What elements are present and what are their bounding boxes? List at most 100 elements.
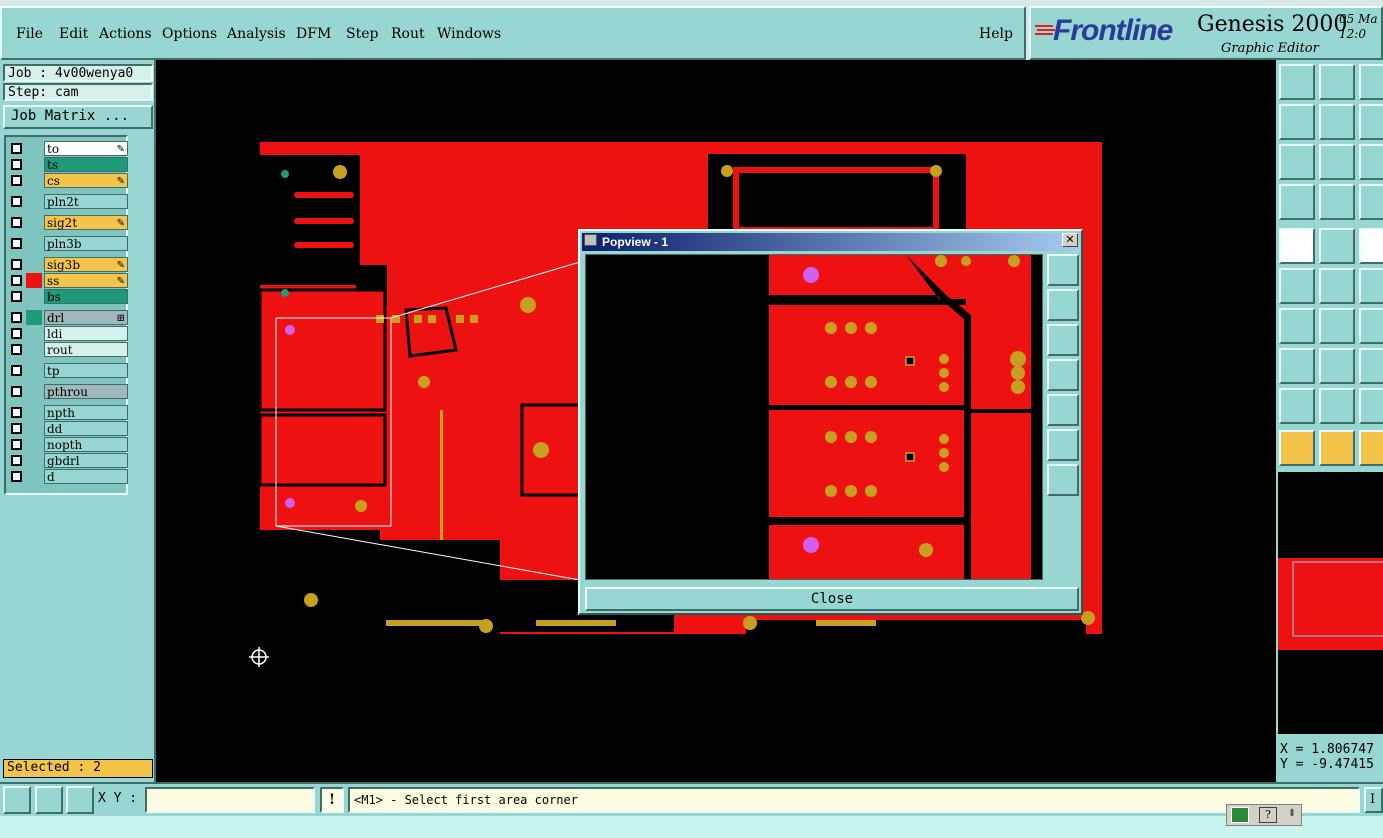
layer-row-drl[interactable]: drl ⊞: [8, 310, 128, 325]
message-button[interactable]: !: [320, 787, 344, 813]
pan-left-icon[interactable]: [1279, 104, 1315, 140]
grid-snap-icon[interactable]: [66, 786, 94, 814]
menu-windows[interactable]: Windows: [437, 26, 501, 42]
layer-row-bs[interactable]: bs: [8, 289, 128, 304]
pan-up-icon[interactable]: [1047, 289, 1079, 321]
tray-widget[interactable]: ? ⇕: [1226, 804, 1302, 826]
select-cursor-icon[interactable]: [1359, 430, 1383, 466]
layer-name[interactable]: pln3b: [44, 236, 128, 251]
feature-icon[interactable]: [1279, 228, 1315, 264]
layer-checkbox[interactable]: [11, 407, 22, 418]
menu-analysis[interactable]: Analysis: [227, 26, 286, 42]
layer-checkbox[interactable]: [11, 455, 22, 466]
info-button[interactable]: I: [1364, 787, 1383, 813]
pan-right-icon[interactable]: [1319, 104, 1355, 140]
zoom-out-icon[interactable]: [1047, 464, 1079, 496]
layer-row-pthrou[interactable]: pthrou: [8, 384, 128, 399]
mini-map[interactable]: [1278, 472, 1383, 734]
layer-row-sig2t[interactable]: sig2t ✎: [8, 215, 128, 230]
curve-icon[interactable]: [1359, 308, 1383, 344]
layer-name[interactable]: sig3b ✎: [44, 257, 128, 272]
pad-icon[interactable]: [1279, 348, 1315, 384]
layer-row-ss[interactable]: ss ✎: [8, 273, 128, 288]
close-icon[interactable]: ✕: [1062, 233, 1078, 247]
layer-row-cs[interactable]: cs ✎: [8, 173, 128, 188]
layer-name[interactable]: cs ✎: [44, 173, 128, 188]
layer-name[interactable]: sig2t ✎: [44, 215, 128, 230]
menu-file[interactable]: File: [16, 26, 43, 42]
layer-checkbox[interactable]: [11, 344, 22, 355]
layer-row-to[interactable]: to ✎: [8, 141, 128, 156]
diagonal-line-icon[interactable]: [1319, 308, 1355, 344]
layer-name[interactable]: pln2t: [44, 194, 128, 209]
xy-input[interactable]: [145, 787, 315, 813]
home-icon[interactable]: [1359, 64, 1383, 100]
layer-checkbox[interactable]: [11, 175, 22, 186]
layer-row-dd[interactable]: dd: [8, 421, 128, 436]
layer-checkbox[interactable]: [11, 291, 22, 302]
pan-left-icon[interactable]: [1047, 359, 1079, 391]
help-icon[interactable]: ?: [1259, 807, 1277, 823]
spinner-icon[interactable]: ⇕: [1285, 807, 1299, 823]
layer-checkbox[interactable]: [11, 386, 22, 397]
ruler-icon[interactable]: [1359, 228, 1383, 264]
line-tool-icon[interactable]: [1319, 228, 1355, 264]
menu-actions[interactable]: Actions: [99, 26, 152, 42]
layer-state-swatch[interactable]: [26, 273, 42, 288]
layer-row-tp[interactable]: tp: [8, 363, 128, 378]
job-matrix-button[interactable]: Job Matrix ...: [3, 105, 153, 129]
layer-name[interactable]: ldi: [44, 326, 128, 341]
undo-zoom-icon[interactable]: [1359, 104, 1383, 140]
layer-checkbox[interactable]: [11, 238, 22, 249]
layer-name[interactable]: drl ⊞: [44, 310, 128, 325]
arc-icon[interactable]: [1359, 268, 1383, 304]
zoom-frame-icon[interactable]: [1047, 254, 1079, 286]
select-box-icon[interactable]: [1319, 430, 1355, 466]
minus-icon[interactable]: [1319, 348, 1355, 384]
popview-viewport[interactable]: [585, 254, 1043, 580]
triangle-icon[interactable]: [1279, 388, 1315, 424]
layer-row-gbdrl[interactable]: gbdrl: [8, 453, 128, 468]
measure-angle-icon[interactable]: [35, 786, 63, 814]
layer-name[interactable]: tp: [44, 363, 128, 378]
layer-name[interactable]: dd: [44, 421, 128, 436]
layer-checkbox[interactable]: [11, 471, 22, 482]
layer-checkbox[interactable]: [11, 196, 22, 207]
layer-checkbox[interactable]: [11, 217, 22, 228]
pan-right-icon[interactable]: [1047, 394, 1079, 426]
layer-row-ldi[interactable]: ldi: [8, 326, 128, 341]
text-icon[interactable]: [1359, 388, 1383, 424]
layer-row-rout[interactable]: rout: [8, 342, 128, 357]
popview-close-button[interactable]: Close: [585, 587, 1079, 611]
layer-checkbox[interactable]: [11, 143, 22, 154]
layer-row-ts[interactable]: ts: [8, 157, 128, 172]
measure-icon[interactable]: [1359, 348, 1383, 384]
layer-checkbox[interactable]: [11, 312, 22, 323]
layer-state-swatch[interactable]: [26, 310, 42, 325]
settings-icon[interactable]: [1279, 184, 1315, 220]
layer-checkbox[interactable]: [11, 275, 22, 286]
menu-help[interactable]: Help: [979, 26, 1013, 42]
layer-checkbox[interactable]: [11, 365, 22, 376]
zoom-in-icon[interactable]: [1279, 144, 1315, 180]
layer-name[interactable]: npth: [44, 405, 128, 420]
layer-checkbox[interactable]: [11, 328, 22, 339]
layer-name[interactable]: bs: [44, 289, 128, 304]
layer-checkbox[interactable]: [11, 259, 22, 270]
layer-name[interactable]: ss ✎: [44, 273, 128, 288]
layer-checkbox[interactable]: [11, 159, 22, 170]
layer-row-npth[interactable]: npth: [8, 405, 128, 420]
layer-row-sig3b[interactable]: sig3b ✎: [8, 257, 128, 272]
menu-options[interactable]: Options: [162, 26, 217, 42]
menu-dfm[interactable]: DFM: [296, 26, 331, 42]
zoom-1-1-icon[interactable]: [1359, 144, 1383, 180]
polygon-icon[interactable]: [1319, 388, 1355, 424]
snap-icon[interactable]: [1319, 184, 1355, 220]
zoom-area-icon[interactable]: [3, 786, 31, 814]
layer-name[interactable]: ts: [44, 157, 128, 172]
zoom-out-icon[interactable]: [1319, 144, 1355, 180]
layer-row-pln3b[interactable]: pln3b: [8, 236, 128, 251]
menu-step[interactable]: Step: [346, 26, 378, 42]
pan-down-icon[interactable]: [1047, 324, 1079, 356]
pan-up-icon[interactable]: [1279, 64, 1315, 100]
